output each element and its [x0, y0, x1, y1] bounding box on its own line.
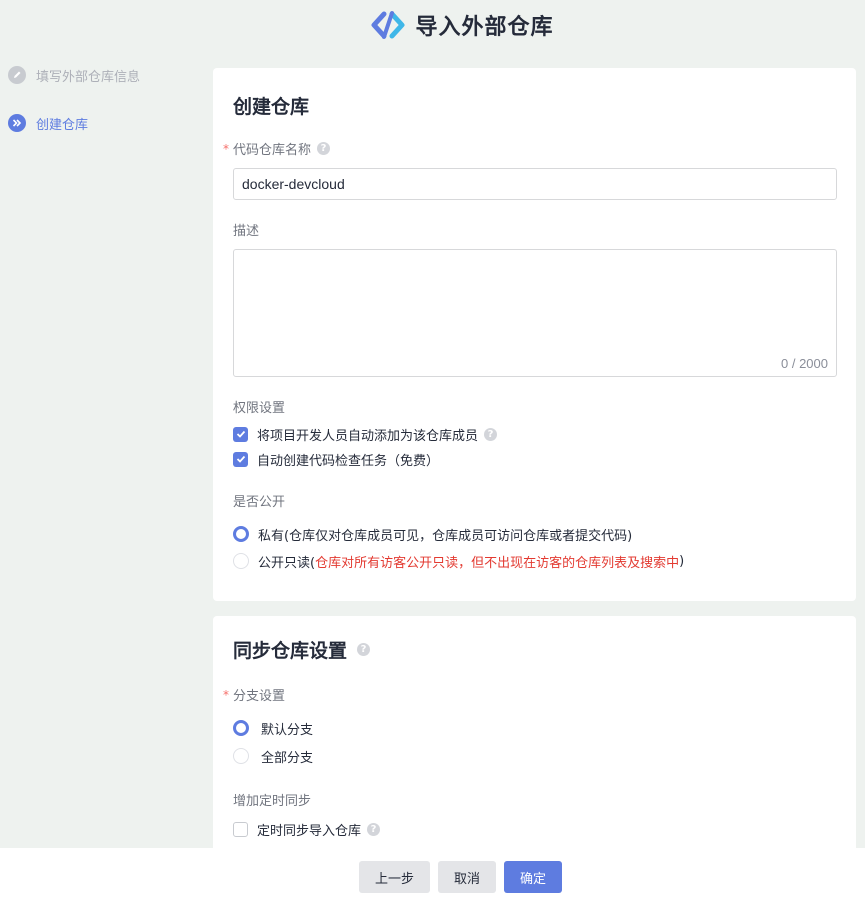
- option-label: 默认分支: [261, 722, 314, 738]
- page-title: 导入外部仓库: [415, 15, 554, 40]
- option-label: 全部分支: [261, 750, 314, 766]
- radio-selected-icon[interactable]: [233, 526, 249, 542]
- option-label: 自动创建代码检查任务（免费）: [257, 453, 440, 469]
- radio-selected-icon[interactable]: [233, 720, 249, 736]
- confirm-button[interactable]: 确定: [504, 861, 563, 893]
- radio-unselected-icon[interactable]: [233, 748, 249, 764]
- option-label: 将项目开发人员自动添加为该仓库成员: [257, 428, 479, 444]
- description-label: 描述: [233, 224, 260, 239]
- step-fill-external-info[interactable]: 填写外部仓库信息: [8, 62, 208, 88]
- auto-code-check-option[interactable]: 自动创建代码检查任务（免费）: [233, 449, 836, 469]
- sync-settings-title: 同步仓库设置: [233, 640, 348, 662]
- description-textarea[interactable]: 0 / 2000: [233, 249, 837, 377]
- option-label: 定时同步导入仓库: [257, 823, 362, 839]
- option-label-prefix: 公开只读(: [258, 555, 316, 571]
- step-label: 填写外部仓库信息: [36, 69, 141, 85]
- checkbox-checked-icon[interactable]: [233, 451, 248, 467]
- step-create-repo[interactable]: 创建仓库: [8, 110, 208, 136]
- double-chevron-right-icon: [8, 114, 26, 132]
- cancel-button[interactable]: 取消: [437, 861, 496, 893]
- footer-bar: 上一步 取消 确定: [0, 848, 865, 906]
- checkbox-unchecked-icon[interactable]: [233, 821, 248, 837]
- timer-sync-option[interactable]: 定时同步导入仓库: [233, 819, 836, 839]
- timer-sync-label: 增加定时同步: [233, 794, 312, 809]
- sync-settings-title-row: 同步仓库设置: [233, 636, 836, 663]
- help-icon[interactable]: [357, 643, 371, 656]
- required-mark: *: [223, 687, 229, 702]
- option-label-suffix: ): [679, 553, 685, 569]
- branch-label: 分支设置: [233, 689, 286, 704]
- repo-name-input[interactable]: docker-devcloud: [233, 168, 837, 200]
- page-header: 导入外部仓库: [0, 0, 865, 50]
- help-icon[interactable]: [317, 142, 331, 155]
- visibility-label: 是否公开: [233, 495, 286, 510]
- auto-add-members-option[interactable]: 将项目开发人员自动添加为该仓库成员: [233, 424, 836, 444]
- private-option[interactable]: 私有(仓库仅对仓库成员可见，仓库成员可访问仓库或者提交代码): [233, 524, 836, 544]
- required-mark: *: [223, 141, 229, 156]
- radio-unselected-icon[interactable]: [233, 553, 249, 569]
- char-count: 0 / 2000: [781, 356, 828, 371]
- option-warning-text: 仓库对所有访客公开只读，但不出现在访客的仓库列表及搜索中: [315, 555, 680, 571]
- permission-label: 权限设置: [233, 401, 286, 416]
- sync-settings-card: 同步仓库设置 * 分支设置 默认分支 全部分支 增加定时同步 定时同步导入仓库: [213, 616, 856, 856]
- help-icon[interactable]: [484, 427, 498, 441]
- prev-button[interactable]: 上一步: [358, 861, 430, 893]
- branch-label-row: * 分支设置: [223, 685, 836, 705]
- repo-name-label: 代码仓库名称: [233, 143, 312, 158]
- default-branch-option[interactable]: 默认分支: [233, 718, 836, 738]
- checkbox-checked-icon[interactable]: [233, 426, 248, 442]
- repo-name-label-row: * 代码仓库名称: [223, 139, 836, 158]
- create-repo-card: 创建仓库 * 代码仓库名称 docker-devcloud 描述 0 / 200…: [213, 68, 856, 601]
- step-list: 填写外部仓库信息 创建仓库: [8, 62, 208, 158]
- help-icon[interactable]: [367, 822, 381, 836]
- step-label: 创建仓库: [36, 117, 89, 133]
- public-readonly-option[interactable]: 公开只读(仓库对所有访客公开只读，但不出现在访客的仓库列表及搜索中 ): [233, 551, 836, 571]
- option-label: 私有(仓库仅对仓库成员可见，仓库成员可访问仓库或者提交代码): [258, 528, 633, 544]
- codehub-logo-icon: [371, 11, 405, 39]
- create-repo-title: 创建仓库: [233, 96, 310, 118]
- all-branches-option[interactable]: 全部分支: [233, 746, 836, 766]
- pencil-icon: [8, 66, 26, 84]
